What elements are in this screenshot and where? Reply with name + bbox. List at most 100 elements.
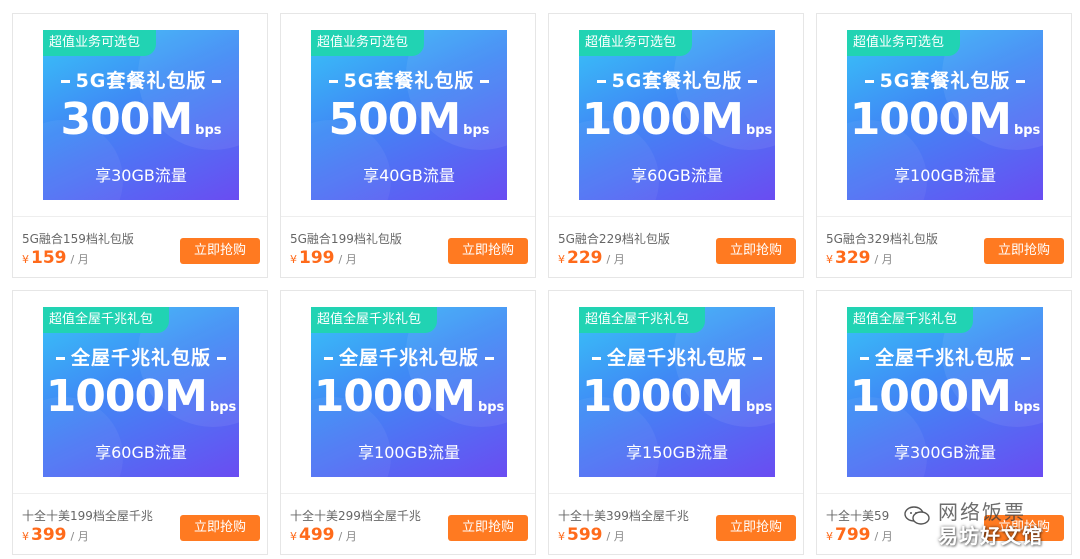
product-banner[interactable]: 超值业务可选包 5G套餐礼包版 500M bps 享40GB流量 [311,30,507,200]
package-subtitle-text: 全屋千兆礼包版 [606,347,747,369]
speed-display: 1000M bps [43,371,239,422]
product-name[interactable]: 十全十美299档全屋千兆 [290,507,421,524]
price-period: / 月 [70,530,89,543]
currency-symbol: ¥ [558,253,565,266]
product-card[interactable]: 超值业务可选包 5G套餐礼包版 1000M bps 享60GB流量 5G融合229… [548,13,804,278]
product-banner[interactable]: 超值业务可选包 5G套餐礼包版 300M bps 享30GB流量 [43,30,239,200]
buy-now-button[interactable]: 立即抢购 [448,515,528,541]
dash-decoration [591,357,601,360]
product-banner[interactable]: 超值全屋千兆礼包 全屋千兆礼包版 1000M bps 享60GB流量 [43,307,239,477]
buy-now-button[interactable]: 立即抢购 [984,238,1064,264]
package-subtitle: 全屋千兆礼包版 [579,343,775,370]
divider [549,493,803,494]
data-allowance: 享100GB流量 [894,166,996,185]
package-subtitle: 5G套餐礼包版 [311,66,507,93]
product-name[interactable]: 十全十美399档全屋千兆 [558,507,689,524]
speed-display: 1000M bps [311,371,507,422]
dash-decoration [480,80,490,83]
price-period: / 月 [606,530,625,543]
product-name[interactable]: 5G融合329档礼包版 [826,230,938,247]
product-name[interactable]: 5G融合199档礼包版 [290,230,402,247]
product-card[interactable]: 超值业务可选包 5G套餐礼包版 1000M bps 享100GB流量 5G融合32… [816,13,1072,278]
price: ¥499/ 月 [290,525,357,545]
dash-decoration [328,80,338,83]
product-name[interactable]: 十全十美199档全屋千兆 [22,507,153,524]
product-card[interactable]: 超值全屋千兆礼包 全屋千兆礼包版 1000M bps 享150GB流量 十全十美3… [548,290,804,555]
price-period: / 月 [338,253,357,266]
price-value: 329 [835,248,871,268]
promo-tag: 超值全屋千兆礼包 [847,307,974,333]
speed-value: 1000M [313,371,476,422]
dash-decoration [859,357,869,360]
price-value: 399 [31,525,67,545]
package-subtitle-text: 5G套餐礼包版 [879,70,1011,92]
buy-now-button[interactable]: 立即抢购 [716,515,796,541]
divider [13,493,267,494]
price: ¥229/ 月 [558,248,625,268]
package-subtitle: 5G套餐礼包版 [847,66,1043,93]
price-value: 229 [567,248,603,268]
package-subtitle-text: 5G套餐礼包版 [75,70,207,92]
product-name[interactable]: 5G融合229档礼包版 [558,230,670,247]
dash-decoration [217,357,226,360]
currency-symbol: ¥ [558,530,565,543]
dash-decoration [60,80,70,83]
data-allowance: 享100GB流量 [358,443,460,462]
divider [549,216,803,217]
product-name[interactable]: 5G融合159档礼包版 [22,230,134,247]
data-allowance: 享60GB流量 [631,166,723,185]
price-value: 499 [299,525,335,545]
currency-symbol: ¥ [826,530,833,543]
speed-unit: bps [1013,123,1041,138]
speed-unit: bps [195,123,222,138]
product-banner[interactable]: 超值全屋千兆礼包 全屋千兆礼包版 1000M bps 享100GB流量 [311,307,507,477]
buy-now-button[interactable]: 立即抢购 [448,238,528,264]
product-banner[interactable]: 超值全屋千兆礼包 全屋千兆礼包版 1000M bps 享150GB流量 [579,307,775,477]
speed-unit: bps [745,123,773,138]
buy-now-button[interactable]: 立即抢购 [180,515,260,541]
dash-decoration [212,80,222,83]
price-value: 159 [31,248,67,268]
currency-symbol: ¥ [22,530,29,543]
data-allowance: 享300GB流量 [894,443,996,462]
price: ¥199/ 月 [290,248,357,268]
product-banner[interactable]: 超值全屋千兆礼包 全屋千兆礼包版 1000M bps 享300GB流量 [847,307,1043,477]
product-banner[interactable]: 超值业务可选包 5G套餐礼包版 1000M bps 享60GB流量 [579,30,775,200]
package-subtitle-text: 全屋千兆礼包版 [70,347,211,369]
package-subtitle-text: 5G套餐礼包版 [343,70,475,92]
price: ¥159/ 月 [22,248,89,268]
dash-decoration [753,357,762,360]
dash-decoration [55,357,65,360]
buy-now-button[interactable]: 立即抢购 [180,238,260,264]
promo-tag: 超值全屋千兆礼包 [311,307,438,333]
speed-unit: bps [745,400,773,415]
speed-display: 1000M bps [847,94,1043,145]
dash-decoration [1016,80,1026,83]
product-banner[interactable]: 超值业务可选包 5G套餐礼包版 1000M bps 享100GB流量 [847,30,1043,200]
product-card[interactable]: 超值业务可选包 5G套餐礼包版 300M bps 享30GB流量 5G融合159档… [12,13,268,278]
promo-tag: 超值全屋千兆礼包 [43,307,170,333]
dash-decoration [748,80,758,83]
package-subtitle: 5G套餐礼包版 [43,66,239,93]
promo-tag: 超值业务可选包 [43,30,157,56]
watermark: 网络饭票 易坊好文馆 [904,496,1072,552]
speed-value: 1000M [581,371,744,422]
divider [817,216,1071,217]
price-value: 599 [567,525,603,545]
speed-value: 1000M [849,371,1012,422]
speed-display: 300M bps [43,94,239,145]
price-period: / 月 [70,253,89,266]
package-subtitle-text: 全屋千兆礼包版 [338,347,479,369]
promo-tag: 超值业务可选包 [847,30,961,56]
product-name[interactable]: 十全十美59 [826,507,889,524]
price-period: / 月 [874,253,893,266]
dash-decoration [596,80,606,83]
product-card[interactable]: 超值全屋千兆礼包 全屋千兆礼包版 1000M bps 享100GB流量 十全十美2… [280,290,536,555]
product-card[interactable]: 超值业务可选包 5G套餐礼包版 500M bps 享40GB流量 5G融合199档… [280,13,536,278]
package-subtitle: 全屋千兆礼包版 [847,343,1043,370]
product-card[interactable]: 超值全屋千兆礼包 全屋千兆礼包版 1000M bps 享60GB流量 十全十美19… [12,290,268,555]
price-period: / 月 [606,253,625,266]
promo-tag: 超值全屋千兆礼包 [579,307,706,333]
buy-now-button[interactable]: 立即抢购 [716,238,796,264]
data-allowance: 享150GB流量 [626,443,728,462]
